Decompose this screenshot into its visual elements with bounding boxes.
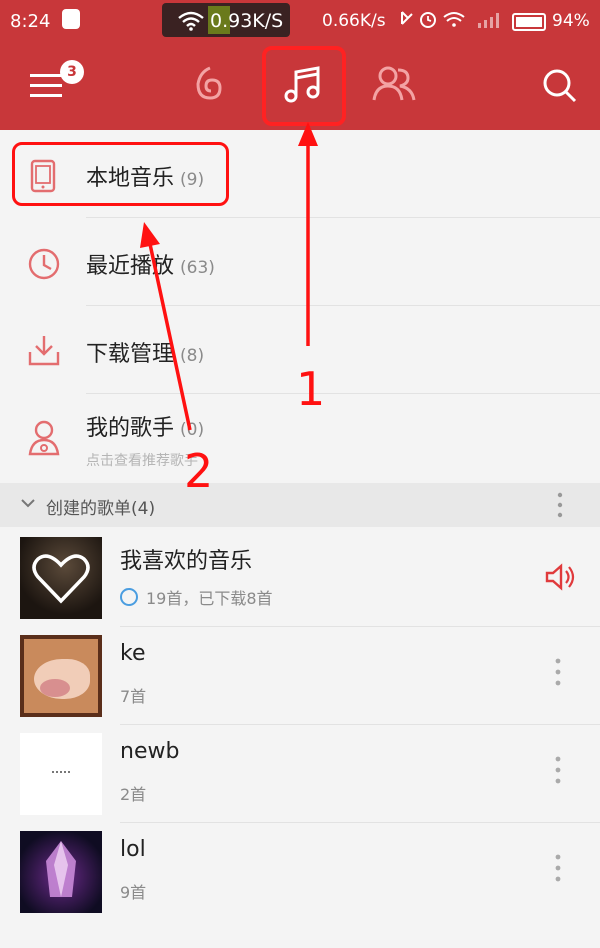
system-status-icons: [401, 11, 499, 28]
playlist-item[interactable]: lol 9首: [0, 823, 600, 923]
annotation-number: 2: [184, 444, 214, 498]
tab-discover[interactable]: [186, 62, 230, 106]
more-vert-icon[interactable]: [556, 491, 564, 519]
playlist-subtitle: 19首，已下载8首: [146, 589, 273, 608]
download-icon: [28, 336, 60, 366]
tab-my-music[interactable]: [262, 46, 346, 126]
playlist-title: 我喜欢的音乐: [120, 549, 253, 574]
more-vert-icon[interactable]: [554, 755, 562, 785]
playlist-cover: [20, 635, 102, 717]
network-speed-pill: 0.93K/S: [162, 3, 290, 37]
bluetooth-icon: [401, 11, 413, 25]
playlist-subtitle: 7首: [120, 687, 147, 706]
playlist-subtitle: 2首: [120, 785, 147, 804]
network-speed: 0.66K/s: [322, 11, 386, 31]
playlist-cover: [20, 733, 102, 815]
music-note-icon: [284, 66, 320, 103]
playlist-title: ke: [120, 641, 146, 666]
more-vert-icon[interactable]: [554, 853, 562, 883]
singer-icon: [28, 420, 60, 456]
playlist-title: newb: [120, 739, 180, 764]
menu-item-count: (0): [180, 420, 205, 440]
local-music-highlight: [12, 142, 229, 206]
section-title: 创建的歌单(4): [46, 499, 156, 519]
battery-icon: [512, 13, 546, 31]
playlist-subtitle: 9首: [120, 883, 147, 902]
menu-item-subtitle: 点击查看推荐歌手: [86, 453, 198, 469]
playlist-item[interactable]: 我喜欢的音乐 19首，已下载8首: [0, 529, 600, 627]
created-playlists-header[interactable]: 创建的歌单(4): [0, 483, 600, 527]
app-bar: 3: [0, 42, 600, 130]
battery-percent: 94%: [552, 11, 590, 31]
playlist-cover: [20, 537, 102, 619]
qq-notification-icon: [62, 9, 80, 29]
menu-item-count: (8): [180, 346, 205, 366]
menu-item-count: (63): [180, 258, 215, 278]
menu-item-recent-play[interactable]: 最近播放 (63): [0, 218, 600, 306]
signal-icon: [478, 23, 481, 28]
crystal-icon: [46, 841, 76, 897]
playlist-item[interactable]: newb 2首: [0, 725, 600, 823]
chevron-down-icon: [21, 499, 35, 508]
wifi-status-icon: [443, 12, 465, 22]
playlist-cover: [20, 831, 102, 913]
downloaded-check-icon: [120, 588, 138, 606]
menu-item-label: 最近播放: [86, 254, 175, 279]
search-icon[interactable]: [540, 66, 580, 106]
clock-icon: [28, 248, 60, 280]
heart-icon: [32, 554, 90, 604]
more-vert-icon[interactable]: [554, 657, 562, 687]
annotation-number: 1: [296, 362, 326, 416]
now-playing-speaker-icon[interactable]: [544, 563, 576, 591]
menu-item-label: 我的歌手: [86, 416, 175, 441]
wifi-icon: [178, 11, 204, 31]
network-speed-highlight: 0.93K/S: [210, 10, 284, 32]
menu-badge: 3: [60, 60, 84, 84]
status-time: 8:24: [10, 11, 51, 32]
menu-item-label: 下载管理: [86, 342, 175, 367]
playlist-title: lol: [120, 837, 146, 862]
playlist-item[interactable]: ke 7首: [0, 627, 600, 725]
tab-friends[interactable]: [370, 62, 418, 106]
status-bar: 8:24 0.93K/S 0.66K/s 94%: [0, 0, 600, 42]
